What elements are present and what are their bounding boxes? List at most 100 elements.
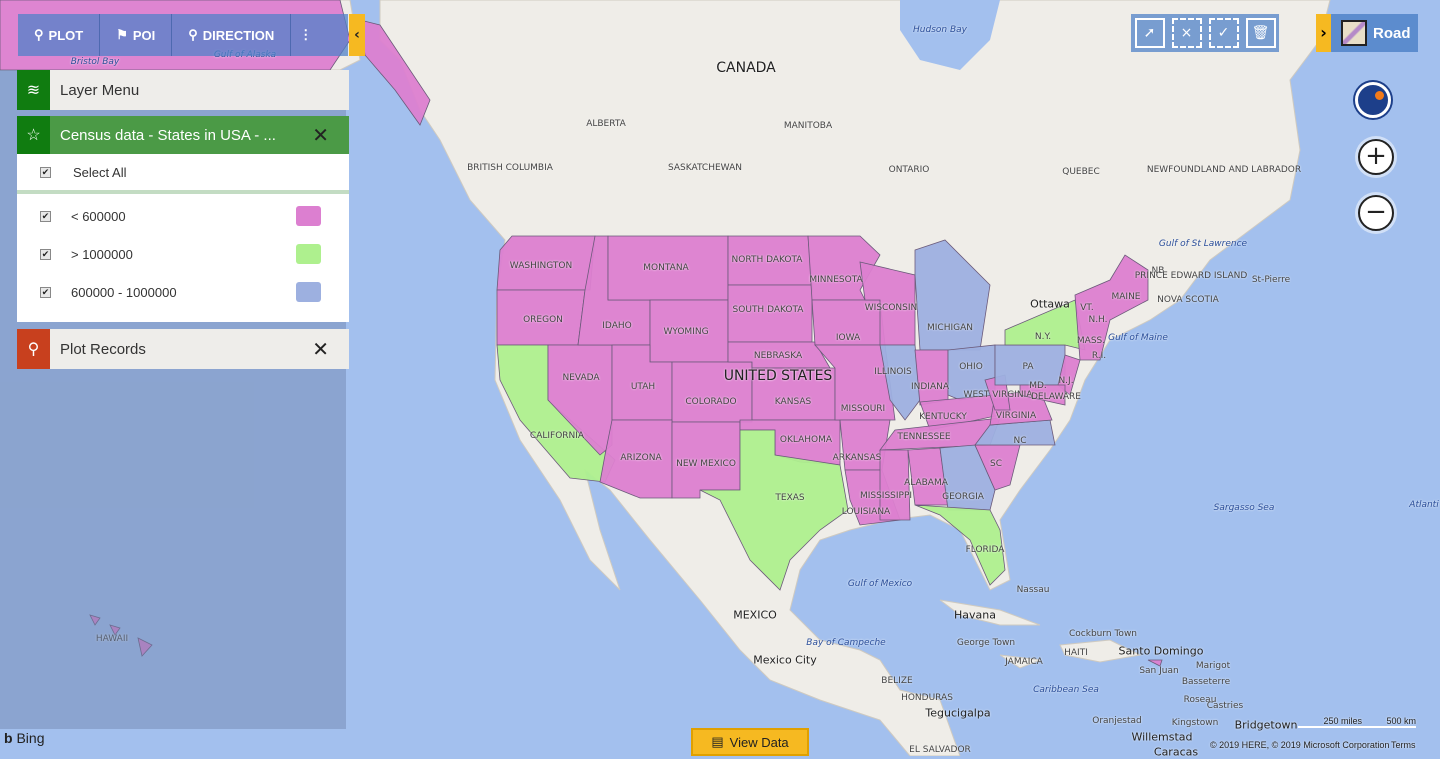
state-region[interactable] <box>914 349 949 406</box>
map-pin-icon: ⚲ <box>34 27 44 42</box>
map-label-bc: BRITISH COLUMBIA <box>467 163 553 173</box>
map-label-san_juan: San Juan <box>1139 666 1179 676</box>
map-label-havana: Havana <box>954 608 996 622</box>
main-toolbar: ⚲ PLOT ⚑ POI ⚲ DIRECTION ⋮ <box>18 14 348 56</box>
map-label-gulf_st: Gulf of St Lawrence <box>1158 239 1248 249</box>
map-label-willemstad: Willemstad <box>1131 730 1193 744</box>
map-label-missouri: MISSOURI <box>840 404 886 414</box>
map-label-mexico_city: Mexico City <box>753 653 817 667</box>
legend-swatch <box>296 244 321 264</box>
map-label-nevada: NEVADA <box>562 373 600 383</box>
select-all-row[interactable]: ✔ Select All <box>17 158 349 186</box>
star-icon: ☆ <box>17 116 50 154</box>
map-label-pei: PRINCE EDWARD ISLAND <box>1134 271 1248 281</box>
poi-button[interactable]: ⚑ POI <box>100 14 173 56</box>
map-label-mississippi: MISSISSIPPI <box>859 491 913 501</box>
map-label-virginia: VIRGINIA <box>995 411 1037 421</box>
map-label-oranjestad: Oranjestad <box>1092 716 1142 726</box>
map-label-st_pierre: St-Pierre <box>1251 275 1291 285</box>
map-label-minnesota: MINNESOTA <box>809 275 863 285</box>
map-label-wyoming: WYOMING <box>663 327 709 337</box>
map-label-ns: NOVA SCOTIA <box>1157 295 1219 305</box>
close-icon[interactable]: ✕ <box>312 123 329 148</box>
map-label-mexico: MEXICO <box>733 608 777 622</box>
legend-checkbox[interactable]: ✔ <box>40 248 51 260</box>
zoom-out-button[interactable]: − <box>1358 195 1394 231</box>
scale-miles: 250 miles <box>1298 716 1362 728</box>
vertical-dots-icon: ⋮ <box>299 27 313 42</box>
selection-tools: ➚ × ✓ 🗑 <box>1131 14 1279 52</box>
locate-globe-icon[interactable] <box>1355 82 1391 118</box>
map-label-ottawa: Ottawa <box>1030 297 1070 311</box>
map-label-caracas: Caracas <box>1153 745 1199 759</box>
legend-item[interactable]: ✔ < 600000 <box>17 202 349 230</box>
map-label-new_mexico: NEW MEXICO <box>676 459 736 469</box>
route-icon: ⚲ <box>188 27 198 42</box>
close-icon[interactable]: ✕ <box>312 337 329 362</box>
terms-link[interactable]: Terms <box>1391 740 1416 750</box>
map-label-caribbean: Caribbean Sea <box>1033 685 1099 695</box>
map-label-pa: PA <box>1022 362 1034 372</box>
map-label-maine: MAINE <box>1111 292 1141 302</box>
table-icon: ▤ <box>711 734 724 749</box>
map-label-indiana: INDIANA <box>910 382 950 392</box>
map-label-honduras: HONDURAS <box>901 693 953 703</box>
plot-button[interactable]: ⚲ PLOT <box>18 14 101 56</box>
map-label-manitoba: MANITOBA <box>783 121 833 131</box>
legend-item[interactable]: ✔ 600000 - 1000000 <box>17 278 349 306</box>
map-label-sask: SASKATCHEWAN <box>668 163 742 173</box>
zoom-in-button[interactable]: + <box>1358 139 1394 175</box>
map-label-cockburn: Cockburn Town <box>1068 629 1138 639</box>
map-label-belize: BELIZE <box>881 676 913 686</box>
map-label-wisconsin: WISCONSIN <box>864 303 918 313</box>
census-layer-header[interactable]: ☆ Census data - States in USA - ... ✕ <box>17 116 349 154</box>
map-label-arizona: ARIZONA <box>620 453 662 463</box>
map-label-texas: TEXAS <box>775 493 805 503</box>
map-label-south_dakota: SOUTH DAKOTA <box>732 305 804 315</box>
more-options-button[interactable]: ⋮ <box>291 14 320 56</box>
map-label-marigot: Marigot <box>1195 661 1231 671</box>
poi-pin-icon: ⚑ <box>116 27 128 42</box>
map-label-montana: MONTANA <box>643 263 689 273</box>
clear-selection-icon[interactable]: × <box>1171 18 1202 48</box>
plot-records-header[interactable]: ⚲ Plot Records ✕ <box>17 329 349 369</box>
map-label-sargasso: Sargasso Sea <box>1213 503 1275 513</box>
divider <box>17 190 349 194</box>
map-style-switcher[interactable]: › Road <box>1316 14 1418 52</box>
legend-swatch <box>296 206 321 226</box>
map-pin-icon: ⚲ <box>17 329 50 369</box>
attribution: © 2019 HERE, © 2019 Microsoft Corporatio… <box>1210 740 1390 750</box>
map-label-michigan: MICHIGAN <box>927 323 973 333</box>
legend-label: < 600000 <box>71 208 126 224</box>
map-label-nassau: Nassau <box>1016 585 1050 595</box>
map-label-idaho: IDAHO <box>602 321 632 331</box>
map-label-tennessee: TENNESSEE <box>897 432 951 442</box>
map-label-illinois: ILLINOIS <box>874 367 912 377</box>
select-area-icon[interactable]: ✓ <box>1208 18 1239 48</box>
road-map-thumbnail-icon <box>1341 20 1367 46</box>
map-label-jamaica: JAMAICA <box>1005 657 1043 667</box>
map-label-kentucky: KENTUCKY <box>919 412 967 422</box>
map-label-wv: WEST VIRGINIA <box>963 390 1033 400</box>
bing-logo: b Bing <box>4 730 45 746</box>
map-label-washington: WASHINGTON <box>509 261 573 271</box>
legend-item[interactable]: ✔ > 1000000 <box>17 240 349 268</box>
layers-icon: ≋ <box>17 70 50 110</box>
trash-icon[interactable]: 🗑 <box>1245 18 1276 48</box>
legend-checkbox[interactable]: ✔ <box>40 286 51 298</box>
map-label-nj: N.J. <box>1058 376 1074 386</box>
select-all-checkbox[interactable]: ✔ <box>40 166 51 178</box>
map-label-kansas: KANSAS <box>774 397 812 407</box>
map-label-gulf_maine: Gulf of Maine <box>1108 333 1168 343</box>
map-label-nh: N.H. <box>1088 315 1108 325</box>
layer-menu-header[interactable]: ≋ Layer Menu <box>17 70 349 110</box>
legend-checkbox[interactable]: ✔ <box>40 210 51 222</box>
map-label-oregon: OREGON <box>523 315 563 325</box>
direction-button[interactable]: ⚲ DIRECTION <box>172 14 292 56</box>
view-data-button[interactable]: ▤ View Data <box>691 728 809 756</box>
map-label-atlantic: Atlanti <box>1409 500 1439 510</box>
collapse-panel-button[interactable]: ‹ <box>349 14 365 56</box>
chevron-right-icon[interactable]: › <box>1316 14 1331 52</box>
map-label-castries: Castries <box>1206 701 1244 711</box>
select-pointer-icon[interactable]: ➚ <box>1134 18 1165 48</box>
